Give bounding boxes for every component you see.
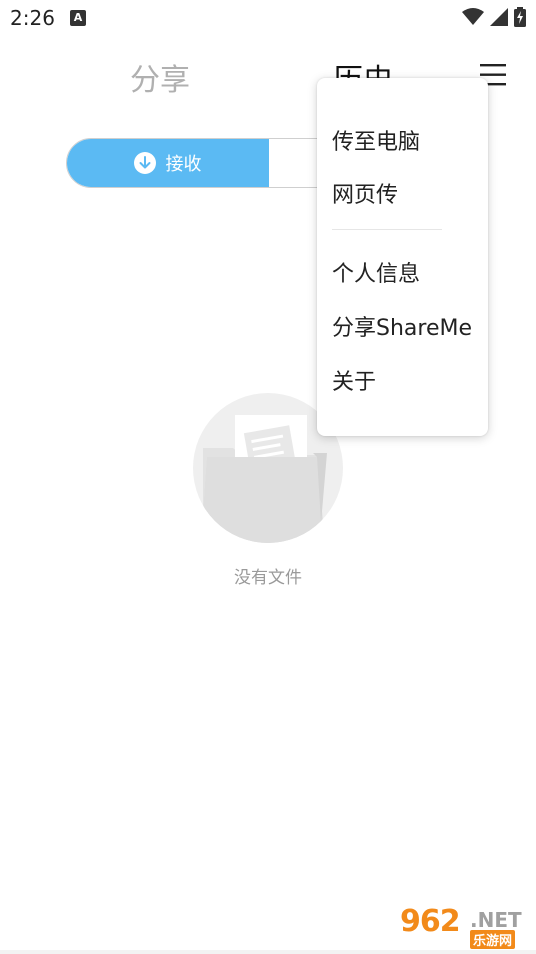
menu-divider xyxy=(332,229,442,230)
status-time: 2:26 xyxy=(10,6,55,30)
menu-item-share-app[interactable]: 分享ShareMe xyxy=(332,310,472,342)
watermark-site-name: 乐游网 xyxy=(470,930,516,949)
menu-item-about[interactable]: 关于 xyxy=(332,364,376,396)
receive-label: 接收 xyxy=(165,154,202,175)
menu-item-send-to-pc[interactable]: 传至电脑 xyxy=(332,124,420,156)
screen: 2:26 A 分享 历史 xyxy=(0,0,536,954)
menu-item-profile[interactable]: 个人信息 xyxy=(332,256,420,288)
status-bar: 2:26 A xyxy=(0,0,536,36)
signal-icon xyxy=(490,8,508,26)
watermark-number: 962 xyxy=(400,904,461,939)
empty-message: 没有文件 xyxy=(234,568,302,588)
download-arrow-icon xyxy=(133,152,156,174)
watermark-domain: .NET xyxy=(470,908,522,932)
receive-button[interactable]: 接收 xyxy=(67,139,269,187)
status-icons xyxy=(462,6,526,28)
overflow-menu: 传至电脑 网页传 个人信息 分享ShareMe 关于 xyxy=(317,78,488,436)
watermark-logo: 962 .NET 乐游网 xyxy=(398,904,530,949)
tab-share[interactable]: 分享 xyxy=(130,55,190,99)
battery-charging-icon xyxy=(514,7,526,27)
notification-icon: A xyxy=(70,10,86,26)
wifi-icon xyxy=(462,8,484,25)
menu-item-web-transfer[interactable]: 网页传 xyxy=(332,177,398,209)
bottom-divider xyxy=(0,950,536,954)
